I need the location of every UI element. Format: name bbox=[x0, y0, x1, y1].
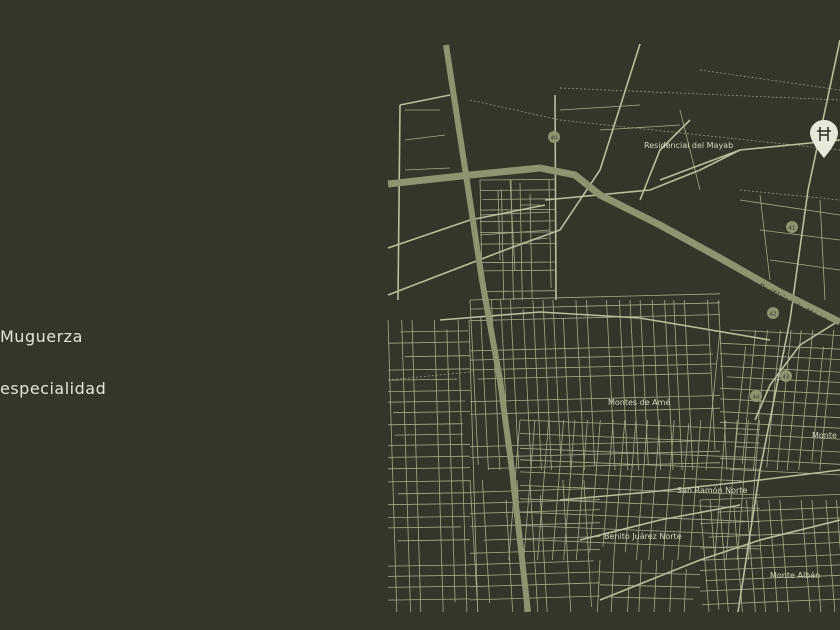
svg-text:44: 44 bbox=[753, 395, 760, 401]
route-marker: 41 bbox=[786, 221, 798, 233]
route-markers: 40 41 42 43 44 bbox=[548, 131, 798, 402]
neighborhood-label: Monte bbox=[812, 431, 837, 440]
svg-text:40: 40 bbox=[551, 136, 558, 142]
route-marker: 43 bbox=[780, 370, 792, 382]
svg-text:42: 42 bbox=[770, 312, 777, 318]
neighborhood-label: Monte Albán bbox=[770, 571, 820, 580]
neighborhood-label: Montes de Amé bbox=[608, 397, 670, 407]
area-map[interactable]: Periférico de Mérida 40 41 42 43 44 Resi… bbox=[0, 0, 840, 630]
location-pin-icon[interactable] bbox=[810, 120, 838, 158]
map-page: Muguerza especialidad Periférico de Méri… bbox=[0, 0, 840, 630]
neighborhood-label: Benito Juárez Norte bbox=[604, 532, 682, 541]
neighborhood-label: San Ramón Norte bbox=[677, 485, 747, 495]
svg-text:41: 41 bbox=[789, 226, 796, 232]
route-marker: 42 bbox=[767, 307, 779, 319]
route-marker: 44 bbox=[750, 390, 762, 402]
svg-text:43: 43 bbox=[783, 375, 790, 381]
neighborhood-label: Residencial del Mayab bbox=[644, 141, 733, 150]
route-marker: 40 bbox=[548, 131, 560, 143]
